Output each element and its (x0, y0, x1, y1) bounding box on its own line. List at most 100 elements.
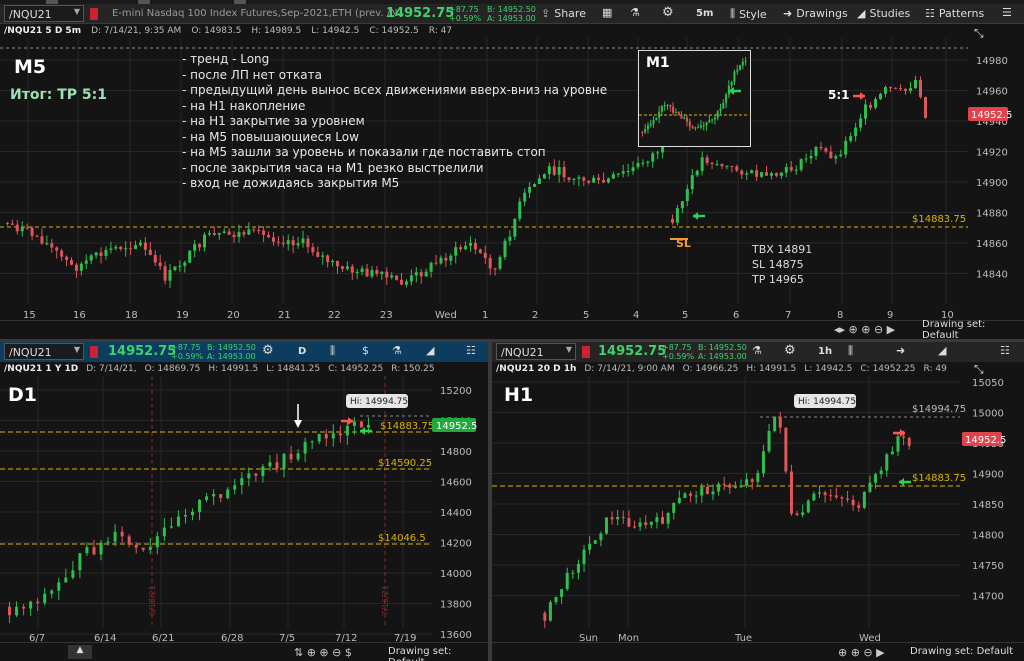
d1-candle (22, 606, 26, 609)
m5-candle (79, 263, 83, 271)
h1-y-tick: 15000 (972, 409, 1004, 420)
dollar-icon[interactable]: $ (362, 344, 369, 357)
d1-candle (226, 489, 230, 499)
m5-candle (212, 233, 216, 235)
d1-down-arrow (294, 420, 302, 428)
m5b-candle (720, 163, 724, 167)
m5-candle (60, 250, 64, 257)
link-color-icon[interactable] (582, 346, 590, 358)
symbol-description: E-mini Nasdaq 100 Index Futures,Sep-2021… (112, 8, 408, 19)
h1-candle (661, 517, 665, 524)
m5-candle (478, 249, 482, 253)
h1-candle (604, 517, 608, 534)
studies-button[interactable]: ◢ Studies (857, 7, 910, 20)
m5-candle (232, 234, 236, 237)
link-color-icon[interactable] (90, 346, 98, 358)
m5-candle (469, 242, 472, 246)
h1-chart-panel: /NQU21 ▼ 14952.75 +87.75 +0.59% B: 14952… (492, 342, 1024, 661)
d1-zoom-controls[interactable]: ⇅ ⊕ ⊕ ⊖ $ (294, 646, 352, 659)
d1-level-label: $14046.5 (378, 533, 426, 544)
m5-candle (30, 227, 34, 236)
gear-icon[interactable]: ⚙ (784, 343, 796, 358)
patterns-icon[interactable]: ☷ (1000, 344, 1010, 357)
h1-change-abs: +87.75 (662, 343, 692, 352)
m5-zoom-controls[interactable]: ◂▸ ⊕ ⊕ ⊖ ▶ (834, 323, 895, 336)
h1-timeframe-selector[interactable]: 1h (818, 346, 832, 357)
d1-candle (57, 582, 61, 591)
d1-candle (240, 478, 244, 486)
m5-candle (316, 252, 320, 257)
d1-y-tick: 13800 (440, 600, 472, 611)
m1-candle (674, 112, 677, 114)
m5-candle (296, 243, 300, 246)
m5-candle (321, 255, 325, 257)
d1-high: H: 14991.5 (208, 364, 259, 374)
grid-icon[interactable]: ▦ (602, 6, 612, 19)
h1-toolbar: /NQU21 ▼ 14952.75 +87.75 +0.59% B: 14952… (492, 342, 1024, 362)
m5-candle (222, 231, 226, 233)
m5-candle (390, 275, 394, 278)
candles-icon[interactable]: ⫼ (848, 344, 853, 358)
arrow-right-icon[interactable]: ➜ (896, 344, 905, 357)
h1-drawing-set[interactable]: Drawing set: Default (910, 646, 1013, 657)
link-color-icon[interactable] (90, 8, 98, 20)
m5-candle (50, 243, 54, 248)
autoscale-icon[interactable]: ⤡ (974, 362, 984, 377)
h1-candle (907, 437, 911, 446)
share-button[interactable]: ⇪ Share (541, 7, 586, 20)
m5-candle (45, 243, 49, 245)
d1-candle (36, 601, 40, 604)
d1-y-tick: 14800 (440, 447, 472, 458)
flask-icon[interactable]: ⚗ (630, 6, 640, 19)
d1-candle (134, 544, 138, 548)
m5-open: O: 14983.5 (191, 26, 242, 36)
m5-notes: - тренд - Long - после ЛП нет отката - п… (182, 52, 608, 190)
drawings-button[interactable]: ➜ Drawings (783, 7, 848, 20)
h1-chart-svg[interactable]: 1505015000149501490014850148001475014700… (492, 376, 1024, 646)
m5b-candle (834, 156, 838, 159)
d1-drawing-set[interactable]: Drawing set: Default (388, 646, 488, 661)
h1-zoom-controls[interactable]: ⊕ ⊕ ⊖ ▶ (838, 646, 885, 659)
main-toolbar: /NQU21 ▼ E-mini Nasdaq 100 Index Futures… (0, 4, 1024, 24)
d1-chart-svg[interactable]: 1520015000148001460014400142001400013800… (0, 376, 488, 646)
gear-icon[interactable]: ⚙ (662, 5, 674, 20)
symbol-selector[interactable]: /NQU21 ▼ (4, 5, 84, 22)
h1-candle (784, 427, 788, 472)
style-button[interactable]: ⫼ Style (730, 7, 767, 21)
studies-icon[interactable]: ◢ (938, 344, 946, 357)
m5-drawing-set[interactable]: Drawing set: Default (922, 319, 1024, 341)
flask-icon[interactable]: ⚗ (392, 344, 402, 357)
h1-candle (717, 483, 721, 492)
h1-symbol-selector[interactable]: /NQU21 ▼ (496, 343, 576, 360)
h1-candle (543, 612, 547, 621)
patterns-button[interactable]: ☷ Patterns (925, 7, 984, 20)
h1-candle (599, 533, 603, 541)
m5b-candle (829, 151, 833, 159)
d1-date: D: 7/14/21, (86, 364, 137, 374)
d1-candle (15, 606, 19, 616)
candles-icon[interactable]: ⫼ (330, 344, 335, 358)
h1-y-tick: 14750 (972, 561, 1004, 572)
gear-icon[interactable]: ⚙ (262, 343, 274, 358)
patterns-icon[interactable]: ☷ (466, 344, 476, 357)
studies-icon[interactable]: ◢ (426, 344, 434, 357)
h1-high: H: 14991.5 (746, 364, 797, 374)
d1-candle (162, 527, 166, 537)
h1-candle (666, 512, 670, 524)
m1-candle (691, 126, 694, 129)
d1-symbol-selector[interactable]: /NQU21 ▼ (4, 343, 84, 360)
timeframe-selector[interactable]: 5m (696, 8, 713, 19)
m5-title: M5 (14, 56, 47, 78)
h1-hi-label: Hi: 14994.75 (798, 397, 856, 407)
collapse-button[interactable]: ▲ (68, 645, 92, 659)
d1-candle (71, 570, 75, 578)
m5-candle (375, 270, 379, 274)
menu-icon[interactable]: ☰ (1002, 6, 1012, 19)
flask-icon[interactable]: ⚗ (752, 344, 762, 357)
h1-candle (874, 474, 878, 483)
d1-timeframe-selector[interactable]: D (298, 346, 306, 357)
m5b-candle (710, 162, 714, 165)
m5-candle (138, 242, 142, 246)
m5-candle (183, 262, 187, 266)
d1-candle (106, 541, 110, 543)
